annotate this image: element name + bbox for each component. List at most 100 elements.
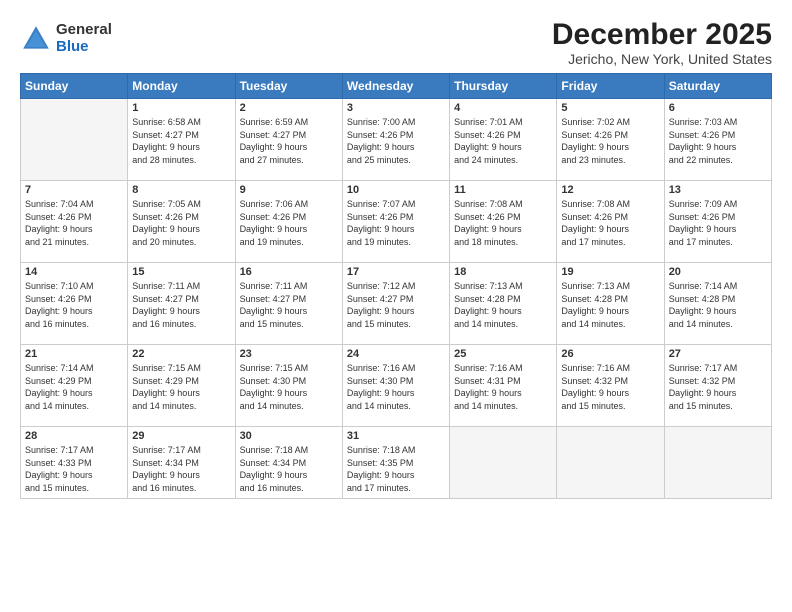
day-info: Sunrise: 7:17 AM Sunset: 4:34 PM Dayligh… <box>132 444 230 494</box>
day-info: Sunrise: 7:00 AM Sunset: 4:26 PM Dayligh… <box>347 116 445 166</box>
calendar-cell: 21Sunrise: 7:14 AM Sunset: 4:29 PM Dayli… <box>21 345 128 427</box>
calendar-cell: 16 Sunrise: 7:11 AM Sunset: 4:27 PM Dayli… <box>235 263 342 345</box>
calendar-cell: 15 Sunrise: 7:11 AM Sunset: 4:27 PM Dayli… <box>128 263 235 345</box>
calendar-header-saturday: Saturday <box>664 74 771 99</box>
day-number: 13 <box>669 184 767 196</box>
day-info: Sunrise: 7:11 AM Sunset: 4:27 PM Dayligh… <box>132 280 230 330</box>
day-number: 23 <box>240 348 338 360</box>
calendar-cell: 30Sunrise: 7:18 AM Sunset: 4:34 PM Dayli… <box>235 427 342 499</box>
day-number: 9 <box>240 184 338 196</box>
day-number: 1 <box>132 102 230 114</box>
calendar-cell: 26Sunrise: 7:16 AM Sunset: 4:32 PM Dayli… <box>557 345 664 427</box>
day-info: Sunrise: 7:03 AM Sunset: 4:26 PM Dayligh… <box>669 116 767 166</box>
calendar-cell: 22Sunrise: 7:15 AM Sunset: 4:29 PM Dayli… <box>128 345 235 427</box>
calendar-header-tuesday: Tuesday <box>235 74 342 99</box>
day-info: Sunrise: 7:13 AM Sunset: 4:28 PM Dayligh… <box>561 280 659 330</box>
day-number: 18 <box>454 266 552 278</box>
calendar-cell: 20 Sunrise: 7:14 AM Sunset: 4:28 PM Dayli… <box>664 263 771 345</box>
day-info: Sunrise: 7:09 AM Sunset: 4:26 PM Dayligh… <box>669 198 767 248</box>
calendar-cell: 23 Sunrise: 7:15 AM Sunset: 4:30 PM Dayli… <box>235 345 342 427</box>
logo-general-text: General <box>56 22 112 39</box>
calendar-cell: 18Sunrise: 7:13 AM Sunset: 4:28 PM Dayli… <box>450 263 557 345</box>
calendar-header-row: SundayMondayTuesdayWednesdayThursdayFrid… <box>21 74 772 99</box>
day-number: 8 <box>132 184 230 196</box>
calendar-header-thursday: Thursday <box>450 74 557 99</box>
day-number: 31 <box>347 430 445 442</box>
calendar-cell: 29 Sunrise: 7:17 AM Sunset: 4:34 PM Dayli… <box>128 427 235 499</box>
day-info: Sunrise: 7:18 AM Sunset: 4:34 PM Dayligh… <box>240 444 338 494</box>
calendar-cell: 31 Sunrise: 7:18 AM Sunset: 4:35 PM Dayli… <box>342 427 449 499</box>
calendar-cell: 13 Sunrise: 7:09 AM Sunset: 4:26 PM Dayli… <box>664 181 771 263</box>
calendar-cell: 14Sunrise: 7:10 AM Sunset: 4:26 PM Dayli… <box>21 263 128 345</box>
day-number: 3 <box>347 102 445 114</box>
day-number: 27 <box>669 348 767 360</box>
calendar-header-wednesday: Wednesday <box>342 74 449 99</box>
logo-blue-text: Blue <box>56 39 112 56</box>
day-info: Sunrise: 7:16 AM Sunset: 4:31 PM Dayligh… <box>454 362 552 412</box>
logo-icon <box>20 23 52 55</box>
logo: General Blue <box>20 22 112 55</box>
day-info: Sunrise: 7:18 AM Sunset: 4:35 PM Dayligh… <box>347 444 445 494</box>
day-number: 20 <box>669 266 767 278</box>
calendar-header-friday: Friday <box>557 74 664 99</box>
calendar-cell <box>450 427 557 499</box>
logo-text: General Blue <box>56 22 112 55</box>
calendar-cell: 5Sunrise: 7:02 AM Sunset: 4:26 PM Daylig… <box>557 99 664 181</box>
day-info: Sunrise: 7:06 AM Sunset: 4:26 PM Dayligh… <box>240 198 338 248</box>
day-number: 25 <box>454 348 552 360</box>
page: General Blue December 2025 Jericho, New … <box>0 0 792 612</box>
day-number: 19 <box>561 266 659 278</box>
day-number: 15 <box>132 266 230 278</box>
day-info: Sunrise: 7:02 AM Sunset: 4:26 PM Dayligh… <box>561 116 659 166</box>
calendar-table: SundayMondayTuesdayWednesdayThursdayFrid… <box>20 73 772 499</box>
calendar-header-sunday: Sunday <box>21 74 128 99</box>
subtitle: Jericho, New York, United States <box>552 51 772 67</box>
calendar-cell: 10 Sunrise: 7:07 AM Sunset: 4:26 PM Dayli… <box>342 181 449 263</box>
day-info: Sunrise: 7:07 AM Sunset: 4:26 PM Dayligh… <box>347 198 445 248</box>
calendar-week-row-4: 28Sunrise: 7:17 AM Sunset: 4:33 PM Dayli… <box>21 427 772 499</box>
day-number: 17 <box>347 266 445 278</box>
calendar-cell: 25 Sunrise: 7:16 AM Sunset: 4:31 PM Dayli… <box>450 345 557 427</box>
day-number: 11 <box>454 184 552 196</box>
header: General Blue December 2025 Jericho, New … <box>20 18 772 67</box>
calendar-cell: 27Sunrise: 7:17 AM Sunset: 4:32 PM Dayli… <box>664 345 771 427</box>
calendar-cell: 17Sunrise: 7:12 AM Sunset: 4:27 PM Dayli… <box>342 263 449 345</box>
calendar-cell: 24Sunrise: 7:16 AM Sunset: 4:30 PM Dayli… <box>342 345 449 427</box>
day-info: Sunrise: 6:58 AM Sunset: 4:27 PM Dayligh… <box>132 116 230 166</box>
calendar-cell <box>21 99 128 181</box>
calendar-cell: 28Sunrise: 7:17 AM Sunset: 4:33 PM Dayli… <box>21 427 128 499</box>
day-info: Sunrise: 7:10 AM Sunset: 4:26 PM Dayligh… <box>25 280 123 330</box>
day-number: 4 <box>454 102 552 114</box>
day-info: Sunrise: 7:08 AM Sunset: 4:26 PM Dayligh… <box>561 198 659 248</box>
calendar-cell: 11 Sunrise: 7:08 AM Sunset: 4:26 PM Dayli… <box>450 181 557 263</box>
calendar-cell: 2 Sunrise: 6:59 AM Sunset: 4:27 PM Daylig… <box>235 99 342 181</box>
calendar-week-row-3: 21Sunrise: 7:14 AM Sunset: 4:29 PM Dayli… <box>21 345 772 427</box>
day-number: 2 <box>240 102 338 114</box>
calendar-cell: 8 Sunrise: 7:05 AM Sunset: 4:26 PM Daylig… <box>128 181 235 263</box>
day-info: Sunrise: 6:59 AM Sunset: 4:27 PM Dayligh… <box>240 116 338 166</box>
day-number: 7 <box>25 184 123 196</box>
day-info: Sunrise: 7:05 AM Sunset: 4:26 PM Dayligh… <box>132 198 230 248</box>
day-info: Sunrise: 7:16 AM Sunset: 4:30 PM Dayligh… <box>347 362 445 412</box>
calendar-cell <box>557 427 664 499</box>
calendar-week-row-0: 1 Sunrise: 6:58 AM Sunset: 4:27 PM Daylig… <box>21 99 772 181</box>
day-info: Sunrise: 7:14 AM Sunset: 4:29 PM Dayligh… <box>25 362 123 412</box>
calendar-cell: 6Sunrise: 7:03 AM Sunset: 4:26 PM Daylig… <box>664 99 771 181</box>
day-info: Sunrise: 7:04 AM Sunset: 4:26 PM Dayligh… <box>25 198 123 248</box>
calendar-cell: 9 Sunrise: 7:06 AM Sunset: 4:26 PM Daylig… <box>235 181 342 263</box>
calendar-cell: 4 Sunrise: 7:01 AM Sunset: 4:26 PM Daylig… <box>450 99 557 181</box>
day-number: 16 <box>240 266 338 278</box>
day-info: Sunrise: 7:15 AM Sunset: 4:30 PM Dayligh… <box>240 362 338 412</box>
calendar-week-row-1: 7 Sunrise: 7:04 AM Sunset: 4:26 PM Daylig… <box>21 181 772 263</box>
day-number: 10 <box>347 184 445 196</box>
day-number: 22 <box>132 348 230 360</box>
day-info: Sunrise: 7:14 AM Sunset: 4:28 PM Dayligh… <box>669 280 767 330</box>
day-info: Sunrise: 7:11 AM Sunset: 4:27 PM Dayligh… <box>240 280 338 330</box>
day-info: Sunrise: 7:01 AM Sunset: 4:26 PM Dayligh… <box>454 116 552 166</box>
main-title: December 2025 <box>552 18 772 51</box>
calendar-cell: 12Sunrise: 7:08 AM Sunset: 4:26 PM Dayli… <box>557 181 664 263</box>
day-info: Sunrise: 7:08 AM Sunset: 4:26 PM Dayligh… <box>454 198 552 248</box>
day-info: Sunrise: 7:16 AM Sunset: 4:32 PM Dayligh… <box>561 362 659 412</box>
title-block: December 2025 Jericho, New York, United … <box>552 18 772 67</box>
day-number: 29 <box>132 430 230 442</box>
